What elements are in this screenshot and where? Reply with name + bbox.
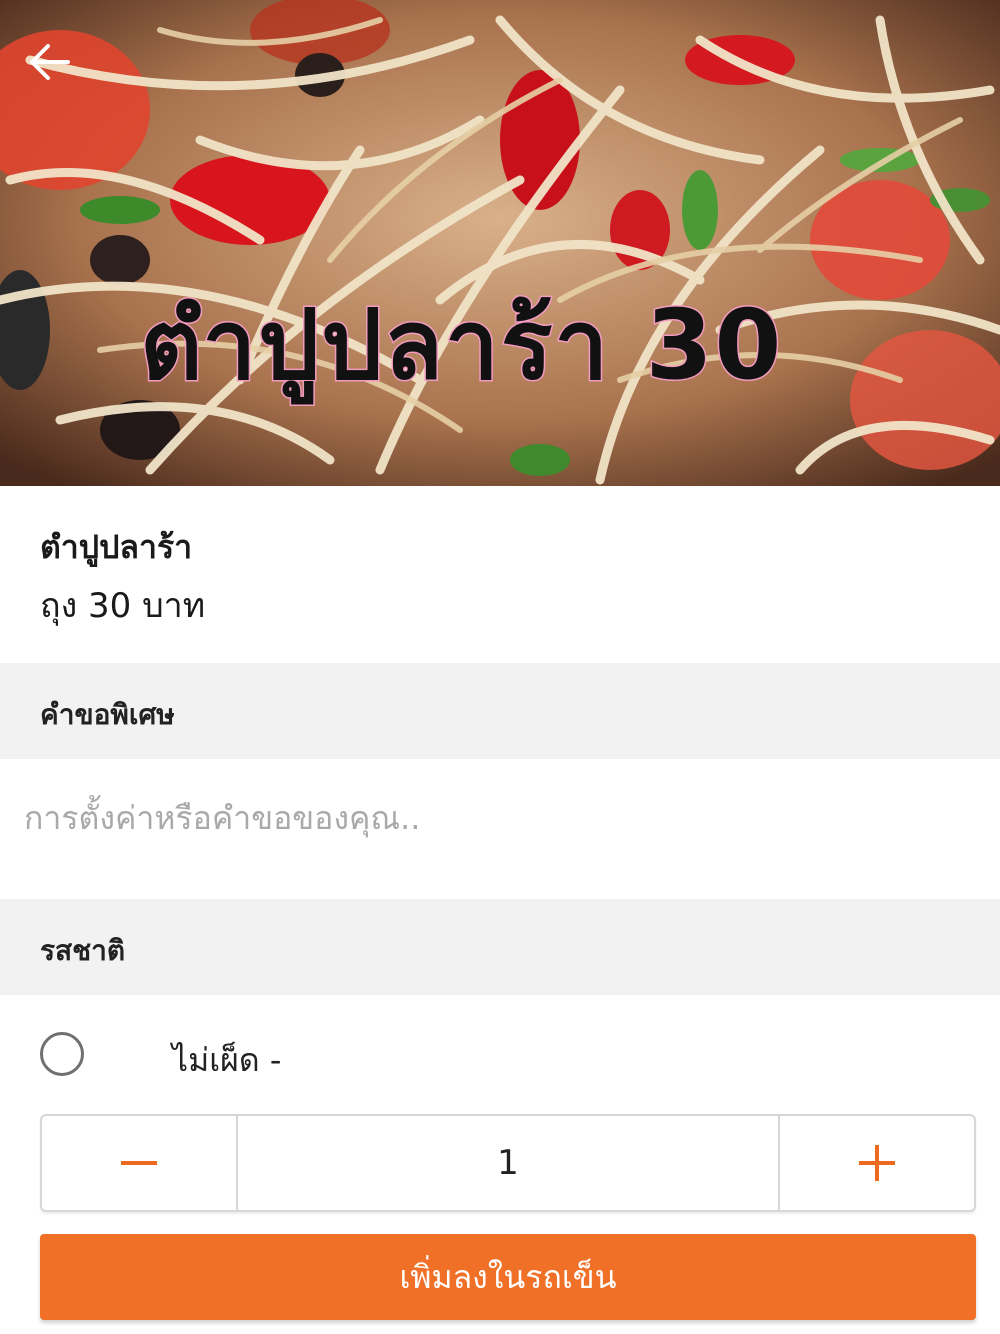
flavor-option-not-spicy[interactable]: ไม่เผ็ด - <box>0 995 1000 1110</box>
add-to-cart-button[interactable]: เพิ่มลงในรถเข็น <box>40 1234 976 1320</box>
food-photo: ตำปูปลาร้า 30 <box>0 0 1000 486</box>
increase-quantity-button[interactable] <box>778 1116 974 1210</box>
photo-caption: ตำปูปลาร้า 30 <box>139 288 784 403</box>
flavor-option-label: ไม่เผ็ด - <box>172 1041 282 1079</box>
papaya-salad-image <box>0 0 1000 486</box>
item-price: ถุง 30 บาท <box>40 586 206 626</box>
back-button[interactable] <box>28 40 88 100</box>
quantity-value: 1 <box>497 1143 519 1183</box>
special-request-header: คำขอพิเศษ <box>0 663 1000 759</box>
flavor-header: รสชาติ <box>0 899 1000 995</box>
radio-button[interactable] <box>40 1032 84 1076</box>
quantity-stepper: 1 <box>40 1114 976 1212</box>
item-name: ตำปูปลาร้า <box>40 528 193 566</box>
special-request-input[interactable] <box>0 759 1000 899</box>
minus-icon <box>121 1161 157 1165</box>
special-request-title: คำขอพิเศษ <box>40 698 175 731</box>
decrease-quantity-button[interactable] <box>42 1116 238 1210</box>
item-detail-page: ตำปูปลาร้า 30 ตำปูปลาร้า ถุง 30 บาท คำขอ… <box>0 0 1000 1334</box>
flavor-title: รสชาติ <box>40 934 126 967</box>
arrow-left-icon <box>30 44 70 80</box>
plus-icon <box>859 1145 895 1181</box>
item-info: ตำปูปลาร้า ถุง 30 บาท <box>0 486 1000 663</box>
